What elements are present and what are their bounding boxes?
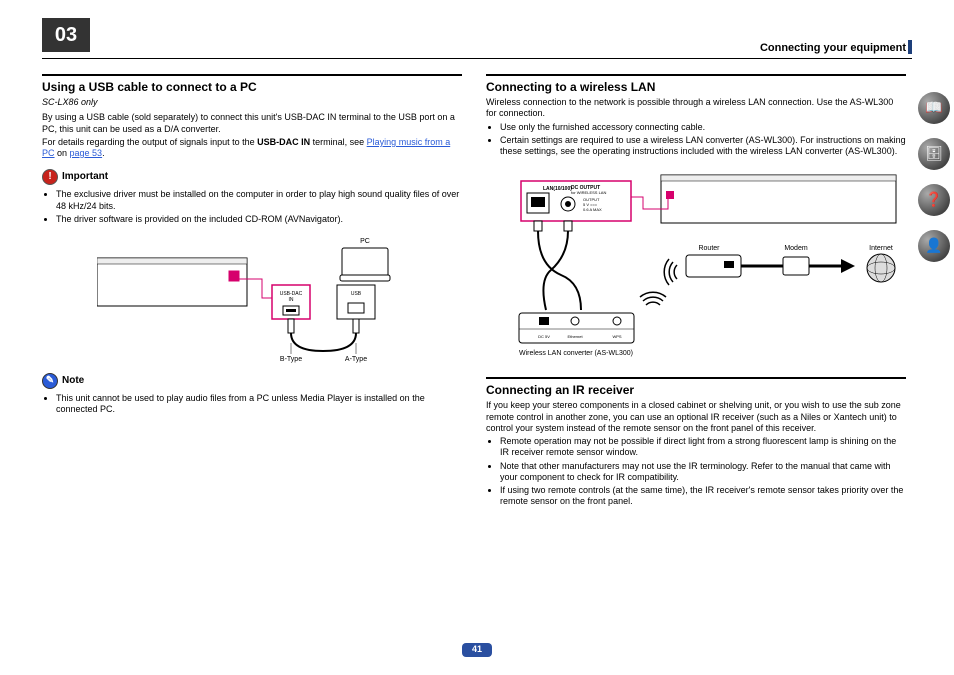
side-nav-icons: 📖 🗄 ❓ 👤 <box>918 92 950 262</box>
top-divider <box>42 58 912 59</box>
usb-heading: Using a USB cable to connect to a PC <box>42 74 462 95</box>
ir-list: Remote operation may not be possible if … <box>486 436 906 508</box>
left-column: Using a USB cable to connect to a PC SC-… <box>42 74 462 635</box>
wlan-diagram: LAN(10/100) DC OUTPUT for WIRELESS LAN O… <box>486 165 906 365</box>
note-label: Note <box>62 375 84 388</box>
list-item: If using two remote controls (at the sam… <box>500 485 906 508</box>
person-icon[interactable]: 👤 <box>918 230 950 262</box>
page-number: 41 <box>462 643 492 657</box>
dc-sub: for WIRELESS LAN <box>571 190 606 195</box>
stack-icon[interactable]: 🗄 <box>918 138 950 170</box>
conv-port: Ethernet <box>567 334 583 339</box>
router-label: Router <box>698 245 720 252</box>
pc-label: PC <box>360 238 370 245</box>
modem-label: Modem <box>784 245 808 252</box>
important-label: Important <box>62 171 108 184</box>
converter-caption: Wireless LAN converter (AS-WL300) <box>519 350 633 357</box>
text: on <box>55 148 70 158</box>
usb-body: By using a USB cable (sold separately) t… <box>42 112 462 135</box>
page-link[interactable]: page 53 <box>70 148 103 158</box>
wlan-body: Wireless connection to the network is po… <box>486 97 906 120</box>
connector-label: B-Type <box>280 356 302 363</box>
note-callout: ✎ Note <box>42 373 462 389</box>
list-item: The driver software is provided on the i… <box>56 214 462 225</box>
wlan-heading: Connecting to a wireless LAN <box>486 74 906 95</box>
note-icon: ✎ <box>42 373 58 389</box>
list-item: Certain settings are required to use a w… <box>500 135 906 158</box>
right-column: Connecting to a wireless LAN Wireless co… <box>486 74 906 635</box>
period: . <box>102 148 105 158</box>
chapter-number-badge: 03 <box>42 18 90 52</box>
manual-page: 03 Connecting your equipment Using a USB… <box>0 0 954 675</box>
conv-port: DC 5V <box>538 334 550 339</box>
port-label: IN <box>289 297 294 303</box>
ir-heading: Connecting an IR receiver <box>486 377 906 398</box>
text: For details regarding the output of sign… <box>42 137 257 147</box>
wlan-list: Use only the furnished accessory connect… <box>486 122 906 158</box>
ir-body: If you keep your stereo components in a … <box>486 400 906 434</box>
connector-label: A-Type <box>345 356 367 363</box>
important-list: The exclusive driver must be installed o… <box>42 189 462 225</box>
list-item: The exclusive driver must be installed o… <box>56 189 462 212</box>
note-list: This unit cannot be used to play audio f… <box>42 393 462 416</box>
question-icon[interactable]: ❓ <box>918 184 950 216</box>
conv-port: WPS <box>612 334 621 339</box>
title-accent-bar <box>908 40 912 54</box>
important-icon: ! <box>42 169 58 185</box>
list-item: Note that other manufacturers may not us… <box>500 461 906 484</box>
content-columns: Using a USB cable to connect to a PC SC-… <box>42 74 906 635</box>
usb-body-continued: For details regarding the output of sign… <box>42 137 462 160</box>
list-item: This unit cannot be used to play audio f… <box>56 393 462 416</box>
dc-lines: 0.6 A MAX <box>583 207 602 212</box>
list-item: Remote operation may not be possible if … <box>500 436 906 459</box>
book-icon[interactable]: 📖 <box>918 92 950 124</box>
model-note: SC-LX86 only <box>42 97 462 108</box>
chapter-title: Connecting your equipment <box>760 42 906 56</box>
usb-diagram-svg: USB-DAC IN PC USB B-Type <box>97 233 407 363</box>
bold-term: USB-DAC IN <box>257 137 310 147</box>
text: terminal, see <box>310 137 367 147</box>
internet-label: Internet <box>869 245 893 252</box>
lan-label: LAN(10/100) <box>543 186 572 192</box>
usb-diagram: USB-DAC IN PC USB B-Type <box>42 233 462 363</box>
wlan-diagram-svg: LAN(10/100) DC OUTPUT for WIRELESS LAN O… <box>491 165 901 365</box>
important-callout: ! Important <box>42 169 462 185</box>
list-item: Use only the furnished accessory connect… <box>500 122 906 133</box>
port-label: USB <box>351 291 362 297</box>
